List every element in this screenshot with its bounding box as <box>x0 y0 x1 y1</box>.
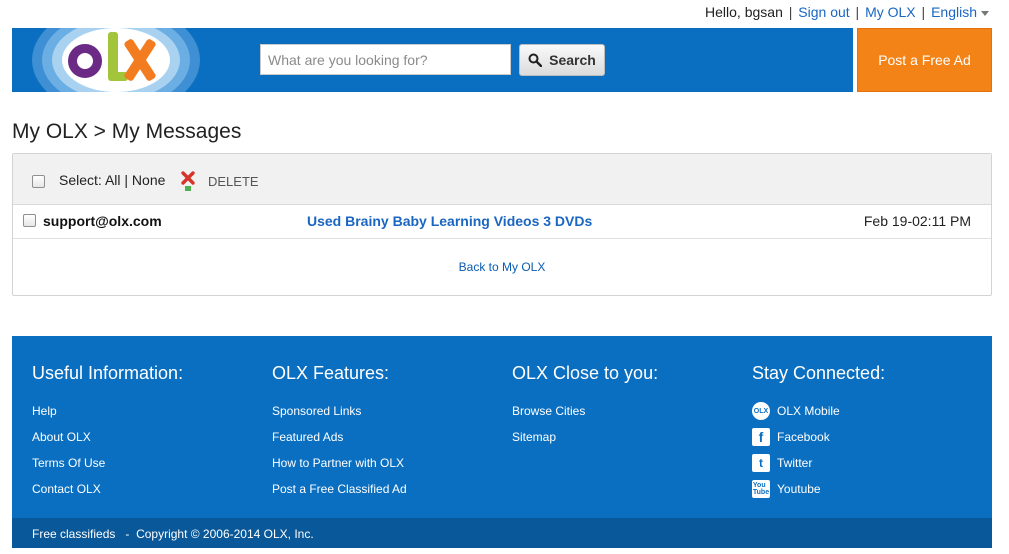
footer-link-sponsored[interactable]: Sponsored Links <box>272 398 407 424</box>
footer-link-youtube[interactable]: You Tube Youtube <box>752 476 885 502</box>
footer-link-contact[interactable]: Contact OLX <box>32 476 183 502</box>
footer-heading: OLX Close to you: <box>512 363 659 383</box>
divider: - <box>125 527 130 541</box>
page-title: My OLX > My Messages <box>12 120 242 143</box>
divider: | <box>124 172 129 188</box>
select-all-checkbox[interactable] <box>32 175 45 188</box>
message-row[interactable]: support@olx.com Used Brainy Baby Learnin… <box>13 205 991 239</box>
olx-logo[interactable] <box>32 28 200 92</box>
twitter-icon: t <box>752 454 770 472</box>
footer-link-label: Youtube <box>777 482 821 496</box>
footer-heading: Stay Connected: <box>752 363 886 383</box>
my-olx-link[interactable]: My OLX <box>865 4 916 20</box>
search-icon <box>528 53 543 67</box>
language-selector[interactable]: English <box>931 4 989 20</box>
divider: | <box>788 4 793 20</box>
footer-link-sitemap[interactable]: Sitemap <box>512 424 658 450</box>
footer-copyright-bar: Free classifieds - Copyright © 2006-2014… <box>12 518 992 548</box>
footer-heading: Useful Information: <box>32 363 184 383</box>
delete-icon[interactable] <box>180 170 196 192</box>
search-button-label: Search <box>549 52 596 68</box>
footer-link-facebook[interactable]: f Facebook <box>752 424 885 450</box>
footer-link-featured[interactable]: Featured Ads <box>272 424 407 450</box>
divider: | <box>855 4 860 20</box>
footer-link-terms[interactable]: Terms Of Use <box>32 450 183 476</box>
messages-panel: Select: All | None DELETE support@olx.co… <box>12 153 992 296</box>
footer-link-twitter[interactable]: t Twitter <box>752 450 885 476</box>
footer-column-useful-info: Useful Information: Help About OLX Terms… <box>32 363 183 502</box>
search-input[interactable] <box>260 44 511 75</box>
message-sender: support@olx.com <box>43 213 162 229</box>
greeting-text: Hello, bgsan <box>705 4 783 20</box>
delete-button[interactable]: DELETE <box>208 174 259 189</box>
copyright-text: Copyright © 2006-2014 OLX, Inc. <box>136 527 314 541</box>
caret-down-icon <box>981 10 989 16</box>
select-all-link[interactable]: All <box>105 172 121 188</box>
logo-letter-o <box>68 44 102 78</box>
message-subject-link[interactable]: Used Brainy Baby Learning Videos 3 DVDs <box>307 213 592 229</box>
back-to-my-olx-link[interactable]: Back to My OLX <box>459 260 546 274</box>
post-free-ad-button[interactable]: Post a Free Ad <box>857 28 992 92</box>
footer-link-label: Twitter <box>777 456 813 470</box>
message-checkbox[interactable] <box>23 214 36 227</box>
olx-mobile-icon: OLX <box>752 402 770 420</box>
footer-link-about[interactable]: About OLX <box>32 424 183 450</box>
footer-column-features: OLX Features: Sponsored Links Featured A… <box>272 363 407 502</box>
search-button[interactable]: Search <box>519 44 605 76</box>
footer-link-label: OLX Mobile <box>777 404 840 418</box>
user-bar: Hello, bgsan | Sign out | My OLX | Engli… <box>705 4 989 20</box>
site-footer: Useful Information: Help About OLX Terms… <box>12 336 992 548</box>
messages-toolbar: Select: All | None DELETE <box>13 154 991 205</box>
footer-column-stay-connected: Stay Connected: OLX OLX Mobile f Facebook … <box>752 363 885 502</box>
facebook-icon: f <box>752 428 770 446</box>
divider: | <box>921 4 926 20</box>
footer-heading: OLX Features: <box>272 363 390 383</box>
select-label: Select: <box>59 172 102 188</box>
sign-out-link[interactable]: Sign out <box>798 4 849 20</box>
site-header: Search <box>12 28 853 92</box>
footer-link-help[interactable]: Help <box>32 398 183 424</box>
footer-link-olx-mobile[interactable]: OLX OLX Mobile <box>752 398 885 424</box>
footer-link-partner[interactable]: How to Partner with OLX <box>272 450 407 476</box>
youtube-icon: You Tube <box>752 480 770 498</box>
footer-link-browse-cities[interactable]: Browse Cities <box>512 398 658 424</box>
free-classifieds-text: Free classifieds <box>32 527 116 541</box>
footer-link-post-ad[interactable]: Post a Free Classified Ad <box>272 476 407 502</box>
footer-link-label: Facebook <box>777 430 830 444</box>
back-link-container: Back to My OLX <box>13 260 991 274</box>
message-date: Feb 19-02:11 PM <box>863 213 971 229</box>
language-label: English <box>931 4 977 20</box>
select-controls: Select: All | None <box>59 172 165 188</box>
footer-column-close-to-you: OLX Close to you: Browse Cities Sitemap <box>512 363 658 450</box>
select-none-link[interactable]: None <box>132 172 165 188</box>
